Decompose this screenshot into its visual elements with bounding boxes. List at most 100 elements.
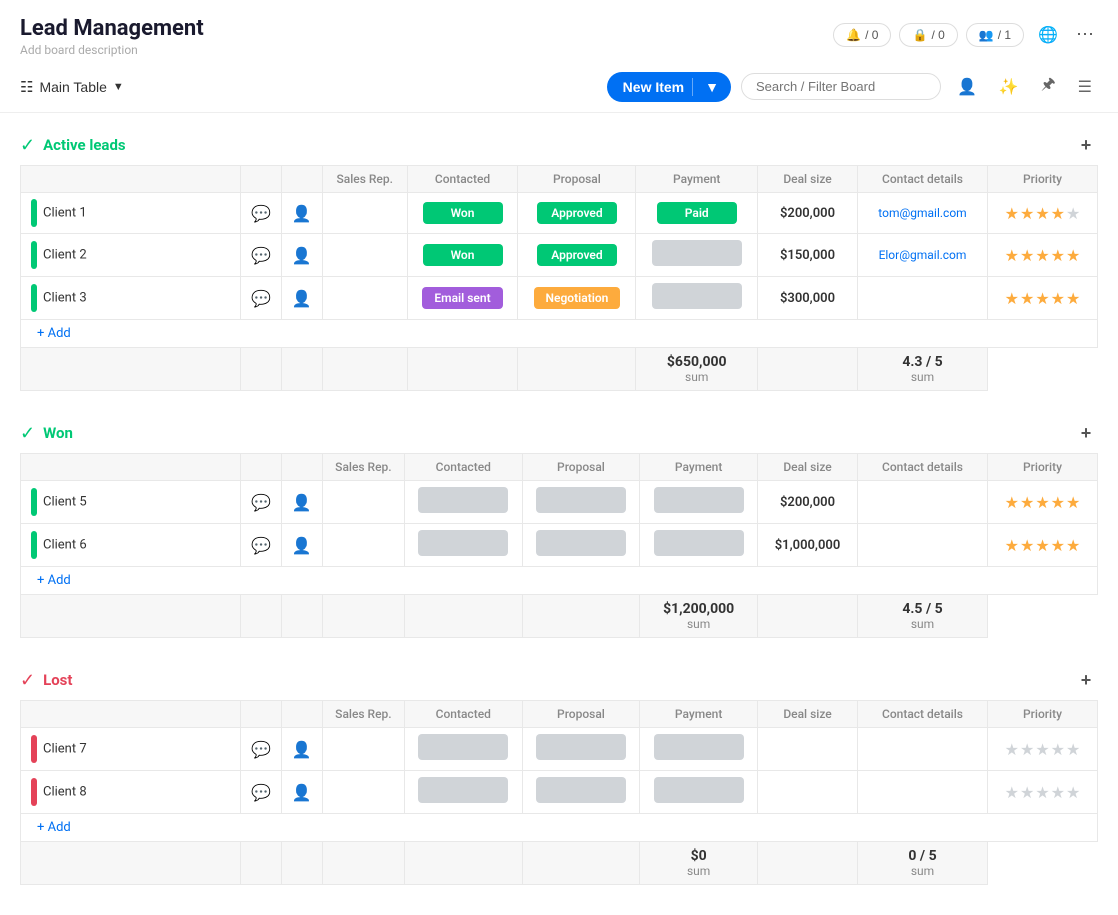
star-2[interactable]: ★ — [1035, 783, 1049, 802]
star-0[interactable]: ★ — [1005, 536, 1019, 555]
star-0[interactable]: ★ — [1005, 740, 1019, 759]
contact-details-cell[interactable] — [858, 277, 988, 320]
proposal-cell[interactable]: Negotiation — [518, 277, 636, 320]
inbox-button[interactable]: 🔒 / 0 — [899, 23, 957, 47]
chat-icon[interactable]: 💬 — [251, 246, 271, 265]
star-2[interactable]: ★ — [1035, 536, 1049, 555]
activity-button[interactable]: 🔔 / 0 — [833, 23, 891, 47]
contacted-cell[interactable] — [404, 771, 522, 814]
star-3[interactable]: ★ — [1051, 289, 1065, 308]
star-2[interactable]: ★ — [1035, 493, 1049, 512]
chat-icon[interactable]: 💬 — [251, 493, 271, 512]
star-3[interactable]: ★ — [1051, 536, 1065, 555]
more-options-button[interactable]: ⋯ — [1072, 20, 1098, 49]
chat-icon[interactable]: 💬 — [251, 740, 271, 759]
person-icon[interactable]: 👤 — [292, 740, 312, 759]
person-icon[interactable]: 👤 — [292, 493, 312, 512]
proposal-cell[interactable] — [522, 728, 640, 771]
star-1[interactable]: ★ — [1020, 289, 1034, 308]
group-add-col-active-leads[interactable]: + — [1074, 133, 1098, 157]
person-cell[interactable]: 👤 — [281, 524, 322, 567]
payment-cell[interactable] — [640, 524, 758, 567]
payment-cell[interactable] — [640, 481, 758, 524]
people-button[interactable]: 👥 / 1 — [966, 23, 1024, 47]
contact-details-cell[interactable] — [858, 524, 988, 567]
proposal-cell[interactable] — [522, 481, 640, 524]
contact-details-cell[interactable]: tom@gmail.com — [858, 193, 988, 234]
star-3[interactable]: ★ — [1051, 246, 1065, 265]
star-0[interactable]: ★ — [1005, 289, 1019, 308]
star-0[interactable]: ★ — [1005, 493, 1019, 512]
person-cell[interactable]: 👤 — [281, 771, 322, 814]
person-icon[interactable]: 👤 — [292, 536, 312, 555]
contact-details-cell[interactable]: Elor@gmail.com — [858, 234, 988, 277]
star-4[interactable]: ★ — [1066, 493, 1080, 512]
star-1[interactable]: ★ — [1020, 740, 1034, 759]
person-cell[interactable]: 👤 — [281, 193, 322, 234]
contacted-cell[interactable] — [404, 481, 522, 524]
star-1[interactable]: ★ — [1020, 204, 1034, 223]
payment-cell[interactable] — [636, 234, 758, 277]
star-2[interactable]: ★ — [1035, 740, 1049, 759]
contacted-cell[interactable] — [404, 524, 522, 567]
proposal-cell[interactable] — [522, 771, 640, 814]
contact-details-cell[interactable] — [858, 481, 988, 524]
star-2[interactable]: ★ — [1035, 246, 1049, 265]
group-add-col-lost[interactable]: + — [1074, 668, 1098, 692]
group-toggle-lost[interactable]: ✓ — [20, 670, 35, 691]
person-cell[interactable]: 👤 — [281, 234, 322, 277]
pin-icon-button[interactable]: 🖈 — [1035, 69, 1062, 104]
star-4[interactable]: ★ — [1066, 536, 1080, 555]
user-icon-button[interactable]: 👤 — [951, 73, 983, 101]
contact-link[interactable]: tom@gmail.com — [878, 206, 966, 220]
star-2[interactable]: ★ — [1035, 204, 1049, 223]
contacted-cell[interactable]: Won — [407, 234, 518, 277]
group-toggle-won[interactable]: ✓ — [20, 423, 35, 444]
star-4[interactable]: ★ — [1066, 204, 1080, 223]
payment-cell[interactable] — [640, 728, 758, 771]
star-3[interactable]: ★ — [1051, 783, 1065, 802]
add-row[interactable]: + Add — [21, 320, 1098, 348]
contact-link[interactable]: Elor@gmail.com — [879, 248, 967, 262]
proposal-cell[interactable]: Approved — [518, 193, 636, 234]
star-2[interactable]: ★ — [1035, 289, 1049, 308]
chat-cell[interactable]: 💬 — [241, 277, 282, 320]
add-row[interactable]: + Add — [21, 814, 1098, 842]
star-1[interactable]: ★ — [1020, 783, 1034, 802]
person-cell[interactable]: 👤 — [281, 481, 322, 524]
star-4[interactable]: ★ — [1066, 740, 1080, 759]
star-0[interactable]: ★ — [1005, 783, 1019, 802]
search-input[interactable] — [741, 73, 941, 100]
chat-icon[interactable]: 💬 — [251, 204, 271, 223]
proposal-cell[interactable] — [522, 524, 640, 567]
payment-cell[interactable] — [636, 277, 758, 320]
add-row-cell[interactable]: + Add — [21, 567, 1098, 595]
star-4[interactable]: ★ — [1066, 783, 1080, 802]
chat-icon[interactable]: 💬 — [251, 783, 271, 802]
chat-cell[interactable]: 💬 — [241, 771, 282, 814]
star-1[interactable]: ★ — [1020, 493, 1034, 512]
group-toggle-active-leads[interactable]: ✓ — [20, 135, 35, 156]
contact-details-cell[interactable] — [858, 771, 988, 814]
star-4[interactable]: ★ — [1066, 246, 1080, 265]
chat-cell[interactable]: 💬 — [241, 481, 282, 524]
contacted-cell[interactable]: Won — [407, 193, 518, 234]
contact-details-cell[interactable] — [858, 728, 988, 771]
star-3[interactable]: ★ — [1051, 204, 1065, 223]
main-table-button[interactable]: ☷ Main Table ▼ — [20, 78, 124, 96]
contacted-cell[interactable]: Email sent — [407, 277, 518, 320]
person-icon[interactable]: 👤 — [292, 204, 312, 223]
payment-cell[interactable]: Paid — [636, 193, 758, 234]
star-3[interactable]: ★ — [1051, 493, 1065, 512]
star-1[interactable]: ★ — [1020, 536, 1034, 555]
add-row-cell[interactable]: + Add — [21, 320, 1098, 348]
app-subtitle[interactable]: Add board description — [20, 43, 204, 57]
globe-button[interactable]: 🌐 — [1032, 21, 1064, 49]
add-row[interactable]: + Add — [21, 567, 1098, 595]
person-icon[interactable]: 👤 — [292, 289, 312, 308]
chat-cell[interactable]: 💬 — [241, 728, 282, 771]
star-4[interactable]: ★ — [1066, 289, 1080, 308]
group-add-col-won[interactable]: + — [1074, 421, 1098, 445]
star-1[interactable]: ★ — [1020, 246, 1034, 265]
magic-icon-button[interactable]: ✨ — [993, 73, 1025, 101]
